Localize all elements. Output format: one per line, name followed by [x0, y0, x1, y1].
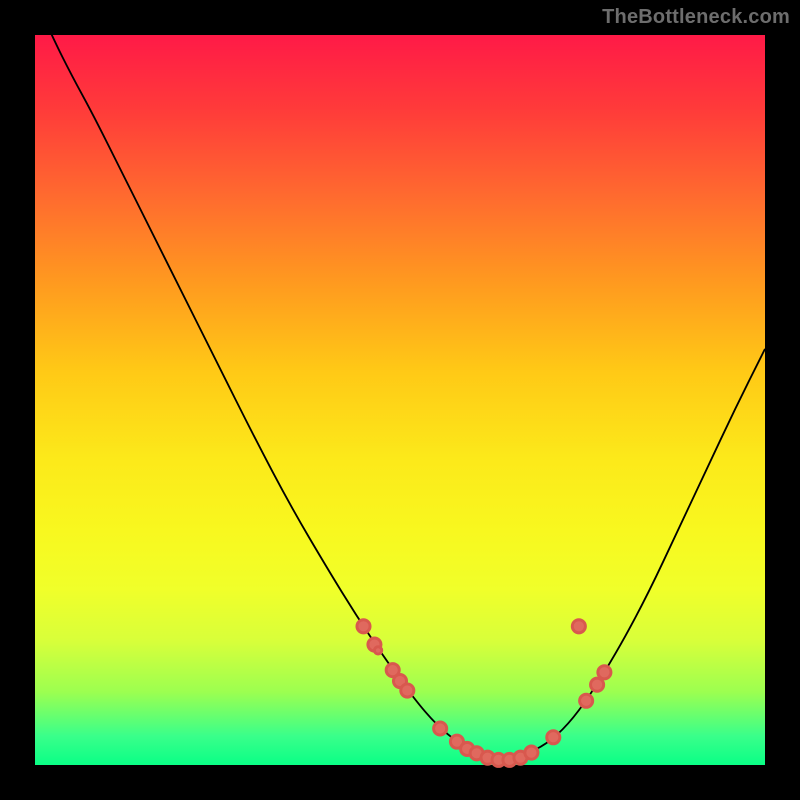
chart-svg	[35, 35, 765, 765]
bottleneck-curve	[35, 0, 765, 758]
data-point	[572, 620, 585, 633]
data-point	[357, 620, 370, 633]
data-point	[580, 694, 593, 707]
watermark-text: TheBottleneck.com	[602, 6, 790, 29]
data-point	[401, 684, 414, 697]
chart-plot-area	[35, 35, 765, 765]
data-points-group	[357, 620, 611, 767]
data-point	[598, 666, 611, 679]
data-point	[591, 678, 604, 691]
data-point	[374, 647, 381, 654]
data-point	[547, 731, 560, 744]
data-point	[434, 722, 447, 735]
chart-frame: TheBottleneck.com	[0, 0, 800, 800]
data-point	[525, 746, 538, 759]
